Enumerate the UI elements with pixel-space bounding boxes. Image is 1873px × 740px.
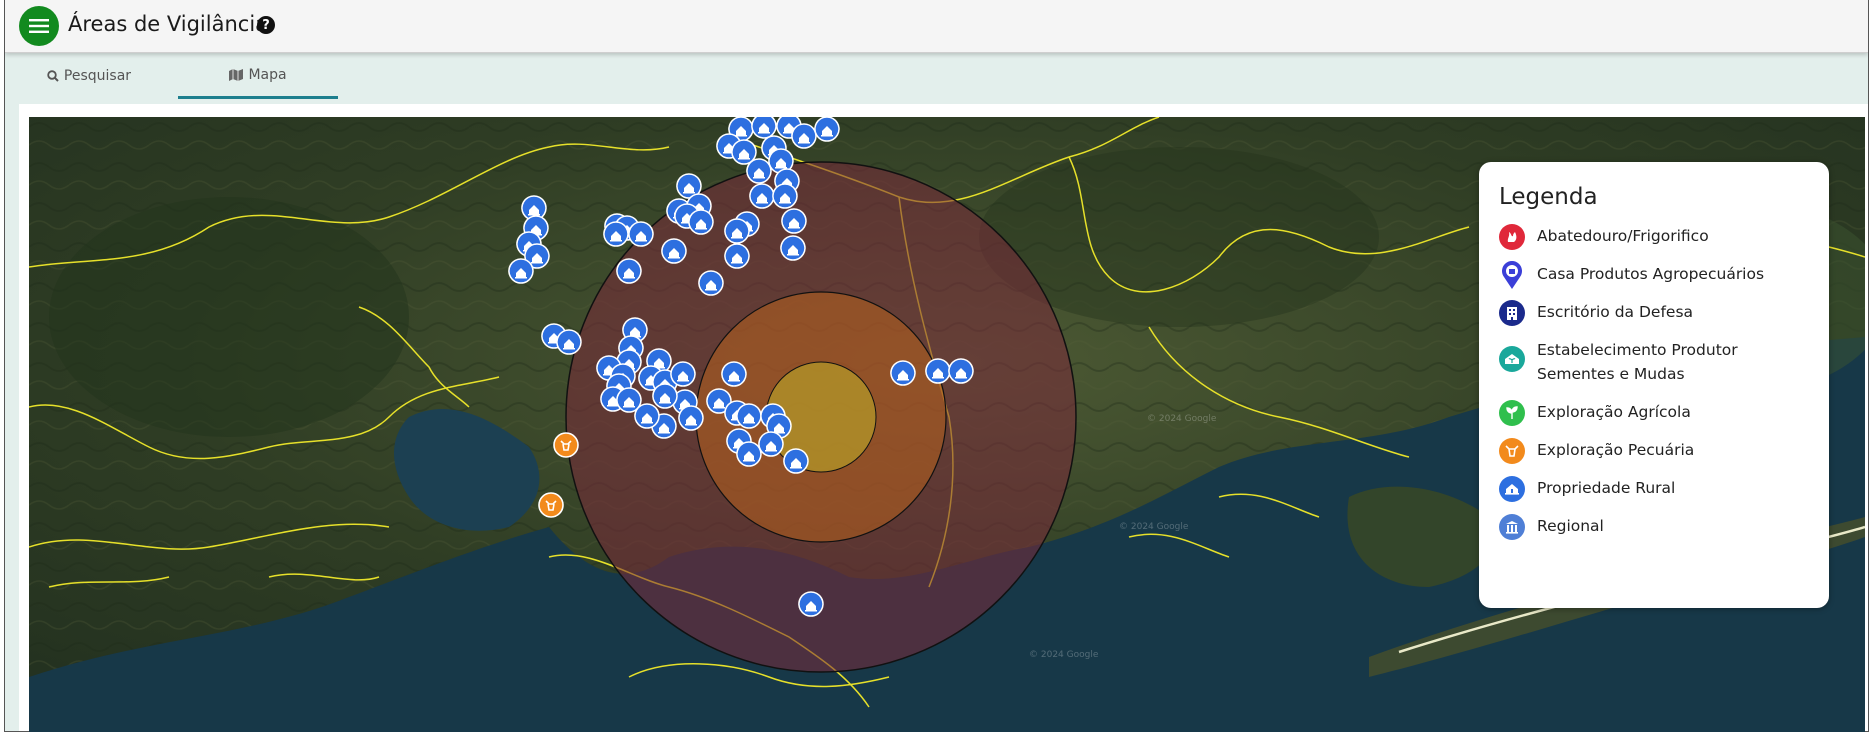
legend-label: Regional <box>1537 517 1604 535</box>
search-icon <box>47 70 59 82</box>
legend-item: Escritório da Defesa <box>1499 300 1809 326</box>
legend-item: Regional <box>1499 514 1809 540</box>
cow-icon <box>1499 438 1525 464</box>
legend-item: Estabelecimento Produtor Sementes e Muda… <box>1499 338 1809 386</box>
tab-pesquisar-label: Pesquisar <box>63 68 132 84</box>
menu-button[interactable] <box>19 6 59 46</box>
sprout-icon <box>1499 400 1525 426</box>
legend-label: Propriedade Rural <box>1537 479 1676 497</box>
tab-pesquisar[interactable]: Pesquisar <box>19 53 159 99</box>
store-pin-icon <box>1499 261 1525 289</box>
hamburger-menu-icon <box>29 19 49 33</box>
legend-item: Exploração Agrícola <box>1499 400 1809 426</box>
tab-bar: Pesquisar Mapa <box>5 53 1868 99</box>
slaughterhouse-icon <box>1499 224 1525 250</box>
legend-item: Casa Produtos Agropecuários <box>1499 261 1809 289</box>
map-watermark: © 2024 Google <box>1147 414 1217 424</box>
legend-item: Abatedouro/Frigorifico <box>1499 224 1809 250</box>
legend-label: Casa Produtos Agropecuários <box>1537 265 1765 283</box>
map-watermark: © 2024 Google <box>1029 650 1099 660</box>
tab-mapa[interactable]: Mapa <box>178 53 338 99</box>
legend-item: Propriedade Rural <box>1499 476 1809 502</box>
legend-label: Exploração Pecuária <box>1537 441 1695 459</box>
seedling-house-icon <box>1499 346 1525 372</box>
legend-label: Sementes e Mudas <box>1537 365 1685 383</box>
page-title: Áreas de Vigilância <box>68 12 269 36</box>
question-circle-icon[interactable]: ? <box>257 16 275 34</box>
tab-mapa-label: Mapa <box>248 66 287 83</box>
app-header: Áreas de Vigilância ? <box>5 0 1868 53</box>
legend-item: Exploração Pecuária <box>1499 438 1809 464</box>
legend-label: Estabelecimento Produtor <box>1537 341 1738 359</box>
legend-label: Exploração Agrícola <box>1537 403 1691 421</box>
office-building-icon <box>1499 300 1525 326</box>
regional-building-icon <box>1499 514 1525 540</box>
legend-label: Abatedouro/Frigorifico <box>1537 227 1709 245</box>
map-watermark: © 2024 Google <box>1119 522 1189 532</box>
farmhouse-icon <box>1499 476 1525 502</box>
legend-title: Legenda <box>1499 184 1598 210</box>
map-icon <box>229 68 244 81</box>
map-legend: Legenda Abatedouro/Frigorifico Casa Prod… <box>1479 162 1829 608</box>
legend-label: Escritório da Defesa <box>1537 303 1694 321</box>
